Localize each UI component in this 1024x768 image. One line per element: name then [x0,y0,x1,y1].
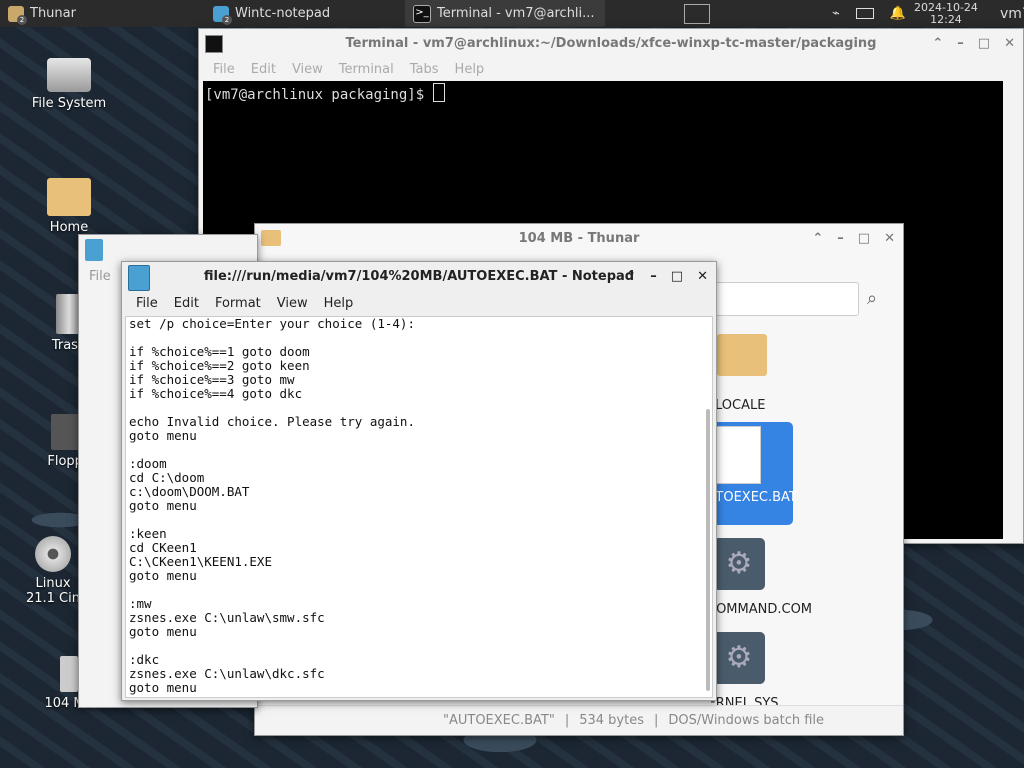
notepad-icon: 2 [213,5,232,25]
desktop-icon-label: File System [31,96,107,111]
battery-icon[interactable] [855,8,874,19]
minimize-button[interactable]: – [957,36,964,51]
terminal-titlebar[interactable]: Terminal - vm7@archlinux:~/Downloads/xfc… [199,29,1023,57]
menu-terminal[interactable]: Terminal [331,62,402,77]
file-item-kernel[interactable]: ⚙ KERNEL.SYS [711,632,811,708]
taskbar-item-label: Wintc-notepad [235,6,331,21]
terminal-icon: >_ [413,4,431,23]
terminal-cursor [432,83,445,102]
window-title: file:///run/media/vm7/104%20MB/AUTOEXEC.… [203,268,635,284]
terminal-icon [205,35,223,53]
terminal-prompt: [vm7@archlinux packaging]$ [205,87,433,103]
maximize-button[interactable]: □ [858,231,870,246]
shade-button[interactable]: ⌃ [812,231,823,246]
window-title: Terminal - vm7@archlinux:~/Downloads/xfc… [345,35,877,51]
shade-button[interactable]: ⌃ [932,36,943,51]
status-type: DOS/Windows batch file [668,713,825,728]
network-disconnected-icon[interactable]: ⌁ [832,6,840,21]
menu-help[interactable]: Help [316,296,362,311]
clock-date: 2024-10-24 [914,0,978,14]
notepad-window: file:///run/media/vm7/104%20MB/AUTOEXEC.… [121,261,717,701]
workspace-switcher[interactable] [684,0,710,27]
text-file-icon [715,426,761,484]
file-label: LOCALE [715,398,766,413]
clock[interactable]: 2024-10-24 12:24 [914,0,978,27]
maximize-button[interactable]: □ [671,269,683,284]
close-button[interactable]: ✕ [884,231,895,246]
menu-format[interactable]: Format [207,296,269,311]
usb-drive-icon [60,656,78,692]
notepad-icon [128,265,150,291]
workspace-icon [684,3,710,24]
notepad-icon [85,239,103,261]
menu-help[interactable]: Help [447,62,493,77]
editor-text: echo 4. Donkey Kong Country set /p choic… [129,316,415,695]
desktop-icon-home[interactable]: Home [24,178,114,235]
notification-bell-icon[interactable]: 🔔 [890,6,906,21]
shade-button[interactable]: ⌃ [625,269,636,284]
menu-view[interactable]: View [284,62,331,77]
gear-icon: ⚙ [713,538,765,590]
folder-icon [261,230,281,246]
folder-icon [717,334,767,376]
thunar-titlebar[interactable]: 104 MB - Thunar ⌃ – □ ✕ [255,224,903,252]
window-title: 104 MB - Thunar [518,230,640,246]
status-filename: "AUTOEXEC.BAT" [443,713,555,728]
terminal-menubar: File Edit View Terminal Tabs Help [199,57,1023,81]
gear-icon: ⚙ [713,632,765,684]
desktop-icon-label: Linux 21.1 Cin [25,576,80,606]
file-item-locale[interactable]: LOCALE [715,334,795,413]
taskbar-item-thunar[interactable]: 2 Thunar [0,0,205,27]
menu-edit[interactable]: Edit [243,62,284,77]
menu-file[interactable]: File [205,62,243,77]
vertical-scrollbar[interactable] [706,409,710,691]
taskbar-item-notepad[interactable]: 2 Wintc-notepad [205,0,405,27]
menu-edit[interactable]: Edit [166,296,207,311]
desktop-icon-cdrom[interactable]: Linux 21.1 Cin [20,536,86,606]
notepad-titlebar[interactable]: file:///run/media/vm7/104%20MB/AUTOEXEC.… [122,262,716,291]
clock-time: 12:24 [930,12,962,26]
file-item-command[interactable]: ⚙ COMMAND.COM [707,538,812,622]
desktop-icon-filesystem[interactable]: File System [24,58,114,111]
desktop-icon-label: Home [49,220,89,235]
menu-file[interactable]: File [128,296,166,311]
top-panel: 2 Thunar 2 Wintc-notepad >_ Terminal - v… [0,0,1024,27]
text-editor-area[interactable]: echo 4. Donkey Kong Country set /p choic… [125,316,713,698]
notepad-menubar: File Edit Format View Help [122,290,716,316]
taskbar-item-label: Terminal - vm7@archli... [437,6,595,21]
folder-icon: 2 [8,5,27,25]
harddisk-icon [47,58,91,92]
location-bar[interactable] [705,282,859,316]
taskbar-item-terminal[interactable]: >_ Terminal - vm7@archli... [405,0,605,27]
taskbar-item-label: Thunar [30,6,76,21]
menu-tabs[interactable]: Tabs [402,62,447,77]
status-bar: "AUTOEXEC.BAT" | 534 bytes | DOS/Windows… [255,705,903,735]
user-menu[interactable]: vm7 [1000,0,1024,27]
close-button[interactable]: ✕ [1004,36,1015,51]
menu-view[interactable]: View [269,296,316,311]
file-label: COMMAND.COM [707,602,813,617]
menu-file[interactable]: File [89,269,111,284]
minimize-button[interactable]: – [650,269,657,284]
cdrom-icon [35,536,71,572]
maximize-button[interactable]: □ [978,36,990,51]
status-size: 534 bytes [579,713,644,728]
home-folder-icon [47,178,91,216]
close-button[interactable]: ✕ [697,269,708,284]
search-icon[interactable]: ⌕ [867,288,877,309]
minimize-button[interactable]: – [837,231,844,246]
